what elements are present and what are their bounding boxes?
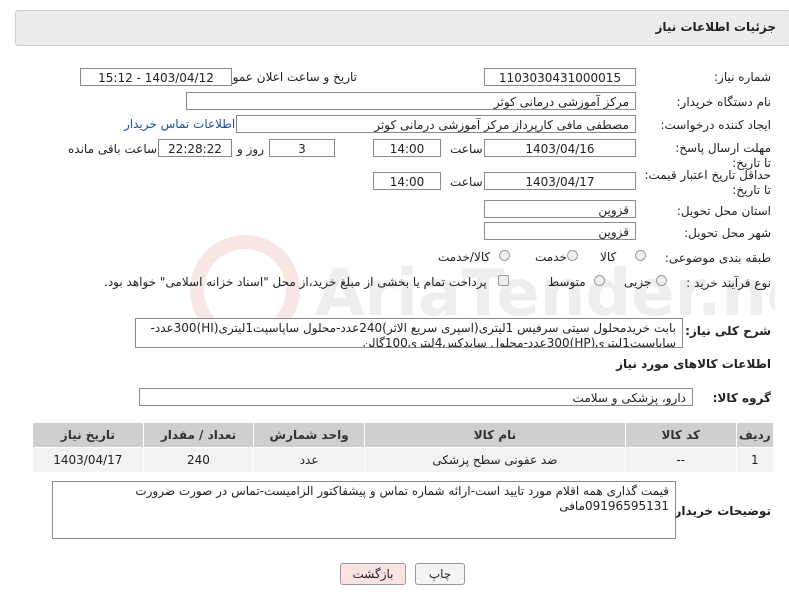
goods-group-label: گروه کالا: [712,391,771,405]
goods-table-header: ردیف کد کالا نام کالا واحد شمارش تعداد /… [32,422,775,448]
category-radio-service[interactable] [567,250,578,261]
price-validity-date: 1403/04/17 [484,172,636,190]
reply-deadline-date: 1403/04/16 [484,139,636,157]
page-title: جزئیات اطلاعات نیاز [655,20,776,34]
buyer-notes-label: توضیحات خریدار: [669,504,771,518]
description-textarea: بابت خریدمحلول سیتی سرفیس 1لیتری(اسپری س… [135,318,683,348]
treasury-note: پرداخت تمام یا بخشی از مبلغ خرید،از محل … [104,275,487,289]
cell-date: 1403/04/17 [32,447,144,473]
category-option-goods: کالا [600,250,617,264]
requester-label: ایجاد کننده درخواست: [660,118,771,132]
cell-row: 1 [735,447,775,473]
buyer-notes-textarea: قیمت گذاری همه اقلام مورد تایید است-ارائ… [52,481,676,539]
goods-table: ردیف کد کالا نام کالا واحد شمارش تعداد /… [32,422,775,473]
col-row: ردیف [735,422,775,448]
col-unit: واحد شمارش [253,422,365,448]
announce-datetime-field: 1403/04/12 - 15:12 [80,68,232,86]
days-label: روز و [237,142,264,156]
process-option-partial: جزیی [624,275,652,289]
treasury-checkbox[interactable] [498,275,509,286]
reply-deadline-time-label: ساعت [450,142,483,156]
requester-field: مصطفی مافی کارپرداز مرکز آموزشی درمانی ک… [236,115,636,133]
category-radio-goods[interactable] [635,250,646,261]
category-option-both: کالا/خدمت [438,250,491,264]
goods-group-field: دارو، پزشکی و سلامت [139,388,693,406]
province-label: استان محل تحویل: [676,204,771,218]
category-label: طبقه بندی موضوعی: [664,251,771,265]
category-option-service: خدمت [535,250,567,264]
remaining-time-field: 22:28:22 [158,139,232,157]
price-validity-time: 14:00 [373,172,441,190]
goods-section-title: اطلاعات کالاهای مورد نیاز [616,357,771,371]
reply-deadline-label: مهلت ارسال پاسخ: تا تاریخ: [675,141,771,170]
days-remaining-field: 3 [269,139,335,157]
col-qty: تعداد / مقدار [142,422,255,448]
city-field: قزوین [484,222,636,240]
category-radio-both[interactable] [499,250,510,261]
col-code: کد کالا [624,422,737,448]
province-field: قزوین [484,200,636,218]
buyer-org-field: مرکز آموزشی درمانی کوثر [186,92,636,110]
table-row: 1 -- ضد عفونی سطح پزشکی عدد 240 1403/04/… [32,447,775,473]
back-button[interactable]: بازگشت [340,563,406,585]
cell-name: ضد عفونی سطح پزشکی [363,447,626,473]
header-panel: جزئیات اطلاعات نیاز [15,10,789,46]
description-label: شرح کلی نیاز: [685,324,771,338]
reply-deadline-time: 14:00 [373,139,441,157]
buyer-contact-link[interactable]: اطلاعات تماس خریدار [124,117,235,131]
process-radio-medium[interactable] [594,275,605,286]
remaining-time-label: ساعت باقی مانده [68,142,158,156]
process-radio-partial[interactable] [656,275,667,286]
process-type-label: نوع فرآیند خرید : [686,276,771,290]
col-name: نام کالا [363,422,626,448]
buyer-org-label: نام دستگاه خریدار: [676,95,772,109]
city-label: شهر محل تحویل: [684,226,771,240]
price-validity-time-label: ساعت [450,175,483,189]
price-validity-label: حداقل تاریخ اعتبار قیمت: تا تاریخ: [644,168,771,197]
cell-qty: 240 [142,447,255,473]
need-number-label: شماره نیاز: [714,70,771,84]
print-button[interactable]: چاپ [415,563,465,585]
cell-code: -- [624,447,737,473]
process-option-medium: متوسط [548,275,586,289]
cell-unit: عدد [253,447,365,473]
need-number-field: 1103030431000015 [484,68,636,86]
col-date: تاریخ نیاز [32,422,144,448]
announce-datetime-label: تاریخ و ساعت اعلان عمومی: [212,70,357,84]
